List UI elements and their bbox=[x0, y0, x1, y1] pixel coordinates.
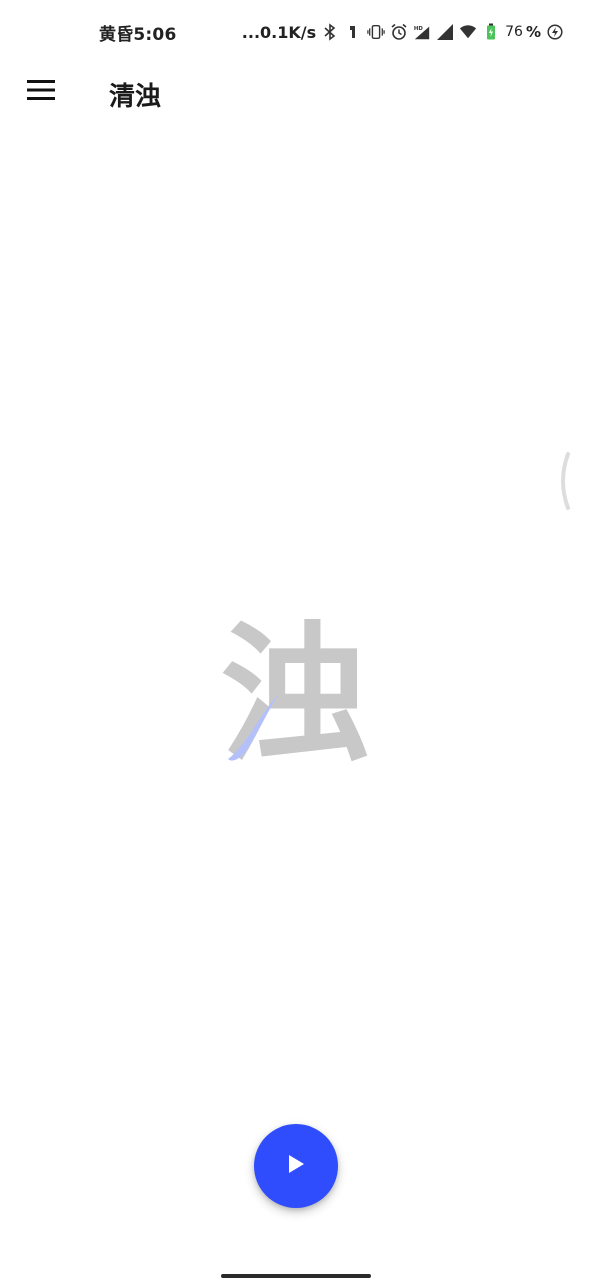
hamburger-menu-icon bbox=[27, 79, 57, 105]
wifi-icon bbox=[459, 23, 477, 41]
status-icons: ...0.1K/s HD 76 % bbox=[242, 20, 564, 44]
vibrate-icon bbox=[367, 23, 385, 41]
battery-level: 76 bbox=[505, 24, 523, 40]
headset-icon bbox=[344, 23, 362, 41]
svg-text:HD: HD bbox=[414, 26, 423, 32]
gesture-navigation-bar[interactable] bbox=[221, 1274, 371, 1278]
app-bar: 清浊 bbox=[0, 64, 592, 124]
charging-icon bbox=[546, 23, 564, 41]
play-button[interactable] bbox=[254, 1124, 338, 1208]
stroke-highlight bbox=[228, 695, 278, 761]
battery-percent-sign: % bbox=[525, 23, 541, 41]
status-bar: 黄昏5:06 ...0.1K/s HD 76 % bbox=[0, 0, 592, 64]
hd-signal-icon: HD bbox=[413, 23, 431, 41]
bluetooth-icon bbox=[321, 23, 339, 41]
network-speed: ...0.1K/s bbox=[241, 22, 317, 42]
battery-icon bbox=[482, 23, 500, 41]
menu-button[interactable] bbox=[18, 72, 66, 112]
play-icon bbox=[285, 1152, 307, 1180]
calligraphy-character: 浊 bbox=[210, 615, 380, 775]
alarm-icon bbox=[390, 23, 408, 41]
side-drawer-handle[interactable] bbox=[556, 452, 576, 510]
signal-icon bbox=[436, 23, 454, 41]
status-time: 黄昏5:06 bbox=[99, 25, 177, 45]
app-title: 清浊 bbox=[109, 82, 162, 112]
